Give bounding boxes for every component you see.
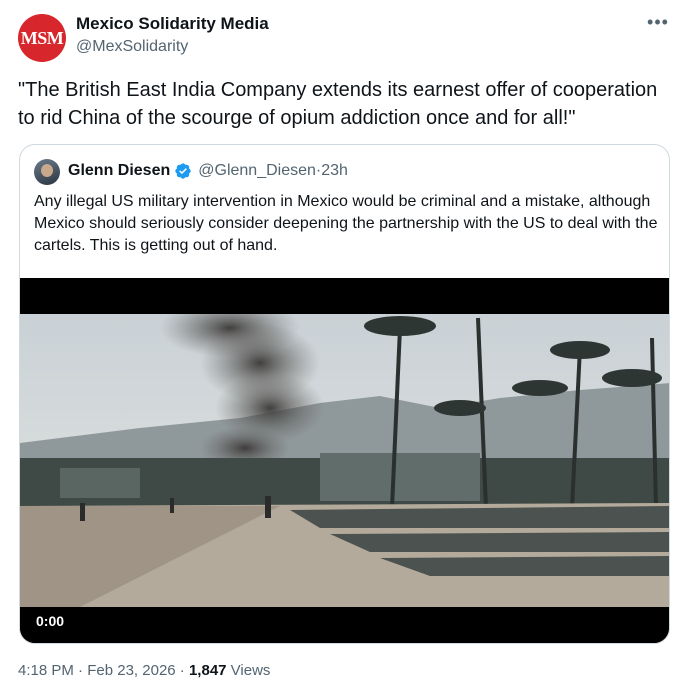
- tweet-footer: 4:18 PM · Feb 23, 2026 · 1,847 Views: [18, 662, 270, 679]
- video-timestamp: 0:00: [36, 613, 65, 629]
- author-handle[interactable]: @MexSolidarity: [76, 38, 188, 56]
- footer-separator: ·: [175, 662, 189, 679]
- author-display-name[interactable]: Mexico Solidarity Media: [76, 14, 269, 34]
- quote-avatar[interactable]: [34, 159, 60, 185]
- footer-separator: ·: [73, 662, 88, 679]
- verified-badge-icon: [175, 163, 191, 179]
- post-time[interactable]: 4:18 PM: [18, 662, 74, 679]
- quote-display-name[interactable]: Glenn Diesen: [68, 162, 170, 180]
- author-avatar[interactable]: MSM: [18, 14, 66, 62]
- quote-handle[interactable]: @Glenn_Diesen: [198, 162, 316, 180]
- quote-time[interactable]: 23h: [321, 162, 348, 180]
- post-date[interactable]: Feb 23, 2026: [87, 662, 175, 679]
- quoted-tweet[interactable]: Glenn Diesen @Glenn_Diesen · 23h Any ill…: [19, 144, 670, 644]
- views-count: 1,847: [188, 662, 227, 679]
- video-player[interactable]: 0:00: [20, 278, 669, 643]
- views-label: Views: [226, 662, 271, 679]
- quote-header: Glenn Diesen @Glenn_Diesen · 23h: [68, 162, 348, 180]
- video-frame: [20, 278, 669, 643]
- more-dots-icon[interactable]: •••: [646, 12, 670, 36]
- quote-text: Any illegal US military intervention in …: [34, 193, 658, 254]
- tweet-text: "The British East India Company extends …: [18, 79, 658, 129]
